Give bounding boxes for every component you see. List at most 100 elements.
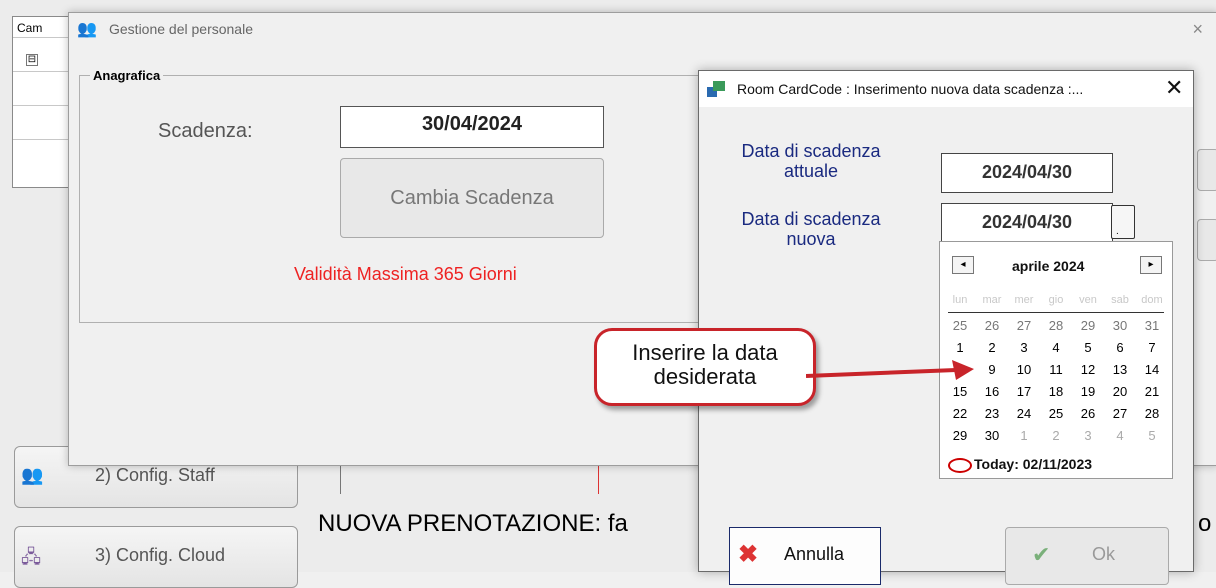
annulla-label: Annulla [784, 544, 845, 564]
ok-button[interactable]: ✔ Ok [1005, 527, 1169, 585]
bg-column-header: Cam [17, 21, 43, 35]
calendar-week: 891011121314 [944, 362, 1168, 377]
dropdown-dots-icon: . [1116, 226, 1119, 237]
staff-icon: 👥 [21, 465, 44, 485]
calendar-day[interactable]: 1 [1008, 428, 1040, 443]
callout-line: Inserire la data [632, 340, 778, 365]
calendar-day[interactable]: 11 [1040, 362, 1072, 377]
side-button[interactable] [1197, 149, 1216, 191]
calendar-day[interactable]: 27 [1104, 406, 1136, 421]
annulla-button[interactable]: ✖ Annulla [729, 527, 881, 585]
weekday: mer [1014, 294, 1034, 306]
calendar-day[interactable]: 20 [1104, 384, 1136, 399]
cloud-icon: 🖧 [21, 547, 42, 567]
prev-month-button[interactable]: ◂ [952, 256, 974, 274]
calendar-day[interactable]: 28 [1136, 406, 1168, 421]
calendar-day[interactable]: 9 [976, 362, 1008, 377]
bg-grid-row [13, 37, 75, 72]
calendar-day[interactable]: 25 [944, 318, 976, 333]
weekday: sab [1111, 294, 1129, 306]
next-month-button[interactable]: ▸ [1140, 256, 1162, 274]
calendar-day[interactable]: 28 [1040, 318, 1072, 333]
instruction-callout: Inserire la data desiderata [594, 328, 816, 406]
calendar-day[interactable]: 25 [1040, 406, 1072, 421]
calendar-day[interactable]: 14 [1136, 362, 1168, 377]
calendar-day[interactable]: 23 [976, 406, 1008, 421]
calendar-day[interactable]: 12 [1072, 362, 1104, 377]
calendar-day[interactable]: 4 [1104, 428, 1136, 443]
calendar-day[interactable]: 1 [944, 340, 976, 355]
label-line: Data di scadenza [741, 209, 881, 229]
calendar-day[interactable]: 31 [1136, 318, 1168, 333]
callout-text: Inserire la data desiderata [597, 341, 813, 389]
close-icon[interactable]: ✕ [1165, 75, 1183, 101]
calendar-day[interactable]: 5 [1072, 340, 1104, 355]
calendar-day[interactable]: 16 [976, 384, 1008, 399]
today-link[interactable]: Today: 02/11/2023 [948, 456, 1092, 473]
close-icon[interactable]: × [1192, 19, 1203, 40]
weekday: lun [952, 294, 968, 306]
side-button[interactable] [1197, 219, 1216, 261]
cambia-scadenza-button[interactable]: Cambia Scadenza [340, 158, 604, 238]
config-staff-label: 2) Config. Staff [95, 465, 215, 485]
calendar-day[interactable]: 30 [976, 428, 1008, 443]
today-label: Today: 02/11/2023 [974, 456, 1093, 472]
calendar-week: 22 23 24 25 26 27 28 [944, 406, 1168, 421]
calendar-day[interactable]: 7 [1136, 340, 1168, 355]
scadenza-field[interactable]: 30/04/2024 [340, 106, 604, 148]
bg-grid-row [13, 71, 75, 106]
calendar-week: 29 30 1 2 3 4 5 [944, 428, 1168, 443]
weekday: mar [982, 294, 1002, 306]
bg-grid-row [13, 139, 75, 174]
calendar-day[interactable]: 24 [1008, 406, 1040, 421]
weekday: dom [1141, 294, 1163, 306]
group-label: Anagrafica [90, 68, 164, 83]
calendar-dropdown-button[interactable]: . [1111, 205, 1135, 239]
calendar-day[interactable]: 13 [1104, 362, 1136, 377]
calendar-day[interactable]: 17 [1008, 384, 1040, 399]
scadenza-dialog: Room CardCode : Inserimento nuova data s… [698, 70, 1194, 585]
new-date-label: Data di scadenza nuova [721, 209, 901, 249]
calendar-day[interactable]: 10 [1008, 362, 1040, 377]
staff-icon: 👥 [77, 21, 97, 38]
callout-line: desiderata [653, 364, 757, 389]
label-line: nuova [786, 229, 836, 249]
calendar-day[interactable]: 21 [1136, 384, 1168, 399]
new-date-field[interactable]: 2024/04/30 [941, 203, 1113, 243]
check-icon: ✔ [1032, 542, 1051, 567]
bg-grid: Cam [12, 16, 76, 188]
callout-arrow-icon [806, 360, 974, 380]
calendar-day[interactable]: 2 [1040, 428, 1072, 443]
calendar-day[interactable]: 27 [1008, 318, 1040, 333]
calendar-day[interactable]: 22 [944, 406, 976, 421]
dialog-title: Room CardCode : Inserimento nuova data s… [737, 81, 1084, 97]
calendar-day[interactable]: 19 [1072, 384, 1104, 399]
label-line: attuale [783, 161, 839, 181]
calendar-week: 15 16 17 18 19 20 21 [944, 384, 1168, 399]
calendar-day[interactable]: 26 [976, 318, 1008, 333]
calendar-day[interactable]: 18 [1040, 384, 1072, 399]
validita-warning: Validità Massima 365 Giorni [294, 264, 517, 284]
weekday-divider [948, 312, 1164, 313]
calendar-month: aprile 2024 [1012, 258, 1085, 274]
calendar-day[interactable]: 3 [1008, 340, 1040, 355]
calendar-day[interactable]: 6 [1104, 340, 1136, 355]
label-line: Data di scadenza [741, 141, 881, 161]
anagrafica-group: Anagrafica Scadenza: 30/04/2024 Cambia S… [79, 68, 705, 323]
bg-grid-row [13, 105, 75, 140]
calendar-day[interactable]: 30 [1104, 318, 1136, 333]
scadenza-label: Scadenza: [158, 120, 253, 142]
window-title: Gestione del personale [109, 21, 253, 37]
calendar-day[interactable]: 29 [944, 428, 976, 443]
config-cloud-button[interactable]: 🖧 3) Config. Cloud [14, 526, 298, 588]
bg-divider [340, 466, 341, 494]
weekday: ven [1079, 294, 1097, 306]
tree-toggle-icon[interactable]: ⊟ [26, 54, 38, 66]
bg-trailing-text: o [1198, 510, 1212, 537]
calendar-day[interactable]: 5 [1136, 428, 1168, 443]
calendar-day[interactable]: 26 [1072, 406, 1104, 421]
calendar-day[interactable]: 3 [1072, 428, 1104, 443]
calendar-day[interactable]: 2 [976, 340, 1008, 355]
calendar-day[interactable]: 29 [1072, 318, 1104, 333]
calendar-day[interactable]: 4 [1040, 340, 1072, 355]
